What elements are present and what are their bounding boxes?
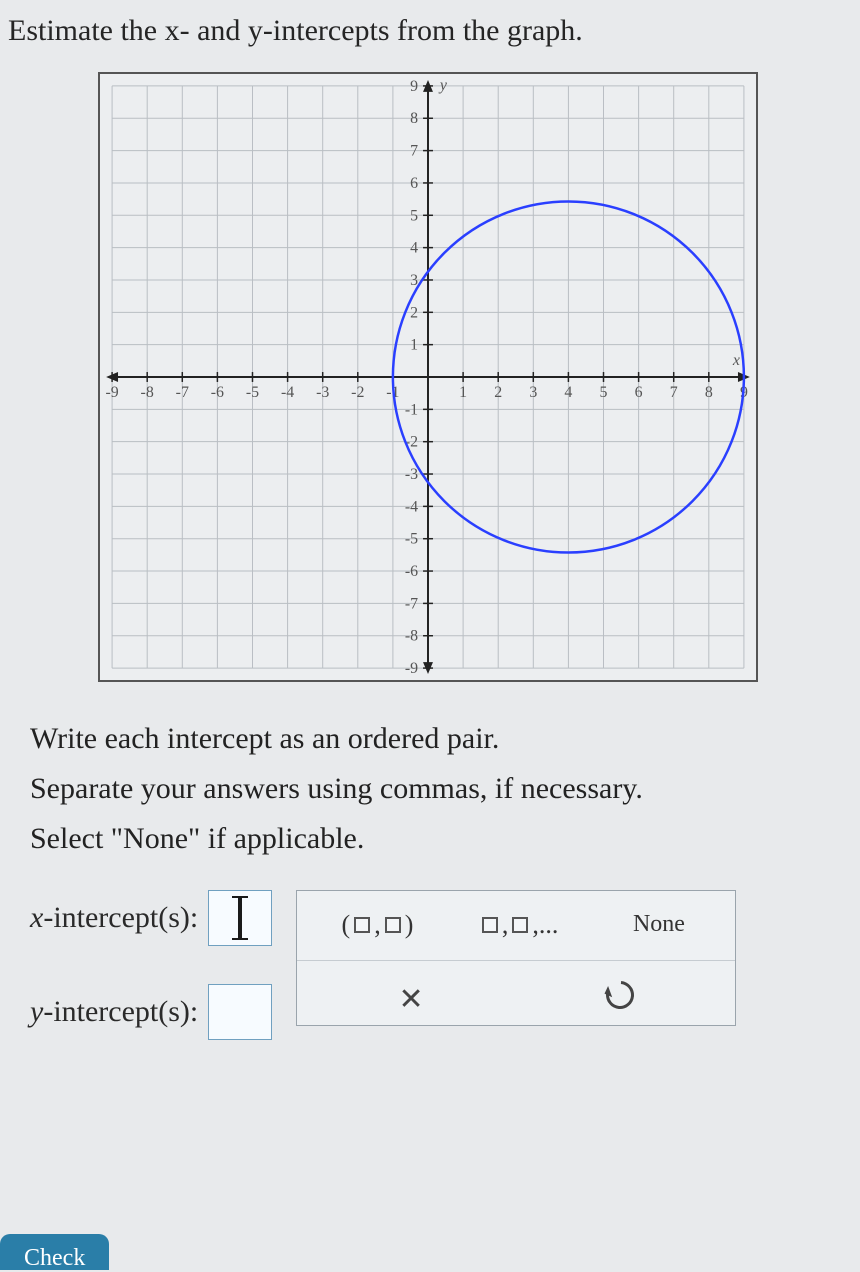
svg-text:-8: -8 <box>141 384 154 401</box>
instructions-block: Write each intercept as an ordered pair.… <box>6 722 850 856</box>
svg-text:8: 8 <box>705 384 713 401</box>
text-cursor-icon <box>238 898 242 938</box>
svg-text:-2: -2 <box>351 384 364 401</box>
svg-text:x: x <box>732 352 740 369</box>
svg-text:-1: -1 <box>405 401 418 418</box>
svg-text:5: 5 <box>410 207 418 224</box>
clear-button[interactable]: ✕ <box>398 982 423 1017</box>
svg-text:-4: -4 <box>405 498 418 515</box>
svg-text:2: 2 <box>494 384 502 401</box>
svg-text:-9: -9 <box>105 384 118 401</box>
svg-text:-5: -5 <box>405 531 418 548</box>
svg-text:-7: -7 <box>405 595 418 612</box>
svg-text:6: 6 <box>635 384 643 401</box>
graph-container: -9 -8 -7 -6 -5 -4 -3 -2 -1 1 2 3 4 5 6 7 8 9 -9 -8 -7 -6 -5 -4 -… <box>6 72 850 682</box>
question-text: Estimate the x- and y-intercepts from th… <box>6 14 850 48</box>
svg-text:-9: -9 <box>405 660 418 677</box>
instruction-line-3: Select "None" if applicable. <box>6 822 850 856</box>
svg-text:2: 2 <box>410 304 418 321</box>
svg-text:7: 7 <box>670 384 678 401</box>
instruction-line-1: Write each intercept as an ordered pair. <box>6 722 850 756</box>
svg-text:y: y <box>438 77 448 94</box>
x-intercept-input[interactable] <box>208 890 272 946</box>
svg-text:-6: -6 <box>211 384 224 401</box>
svg-text:5: 5 <box>600 384 608 401</box>
svg-text:6: 6 <box>410 175 418 192</box>
svg-text:9: 9 <box>410 78 418 95</box>
undo-button[interactable] <box>606 981 634 1017</box>
list-button[interactable]: ,,... <box>482 910 559 940</box>
svg-text:-6: -6 <box>405 563 418 580</box>
svg-text:3: 3 <box>529 384 537 401</box>
y-intercept-label: y-intercept(s): <box>30 995 198 1029</box>
svg-text:4: 4 <box>410 240 418 257</box>
input-palette: (,) ,,... None ✕ <box>296 890 736 1026</box>
svg-text:1: 1 <box>459 384 467 401</box>
svg-text:-5: -5 <box>246 384 259 401</box>
svg-text:7: 7 <box>410 143 418 160</box>
graph-panel: -9 -8 -7 -6 -5 -4 -3 -2 -1 1 2 3 4 5 6 7 8 9 -9 -8 -7 -6 -5 -4 -… <box>98 72 758 682</box>
ordered-pair-button[interactable]: (,) <box>342 910 414 940</box>
y-intercept-row: y-intercept(s): <box>30 984 272 1040</box>
instruction-line-2: Separate your answers using commas, if n… <box>6 772 850 806</box>
undo-icon <box>600 975 639 1014</box>
svg-text:-3: -3 <box>405 466 418 483</box>
check-button[interactable]: Check <box>0 1234 109 1270</box>
none-button[interactable]: None <box>627 907 691 942</box>
y-intercept-input[interactable] <box>208 984 272 1040</box>
x-intercept-row: x-intercept(s): <box>30 890 272 946</box>
svg-text:8: 8 <box>410 110 418 127</box>
svg-text:-4: -4 <box>281 384 294 401</box>
svg-text:-8: -8 <box>405 628 418 645</box>
svg-text:1: 1 <box>410 337 418 354</box>
x-intercept-label: x-intercept(s): <box>30 901 198 935</box>
coordinate-plane: -9 -8 -7 -6 -5 -4 -3 -2 -1 1 2 3 4 5 6 7 8 9 -9 -8 -7 -6 -5 -4 -… <box>100 74 756 680</box>
svg-text:-3: -3 <box>316 384 329 401</box>
svg-text:4: 4 <box>564 384 572 401</box>
svg-text:-7: -7 <box>176 384 189 401</box>
